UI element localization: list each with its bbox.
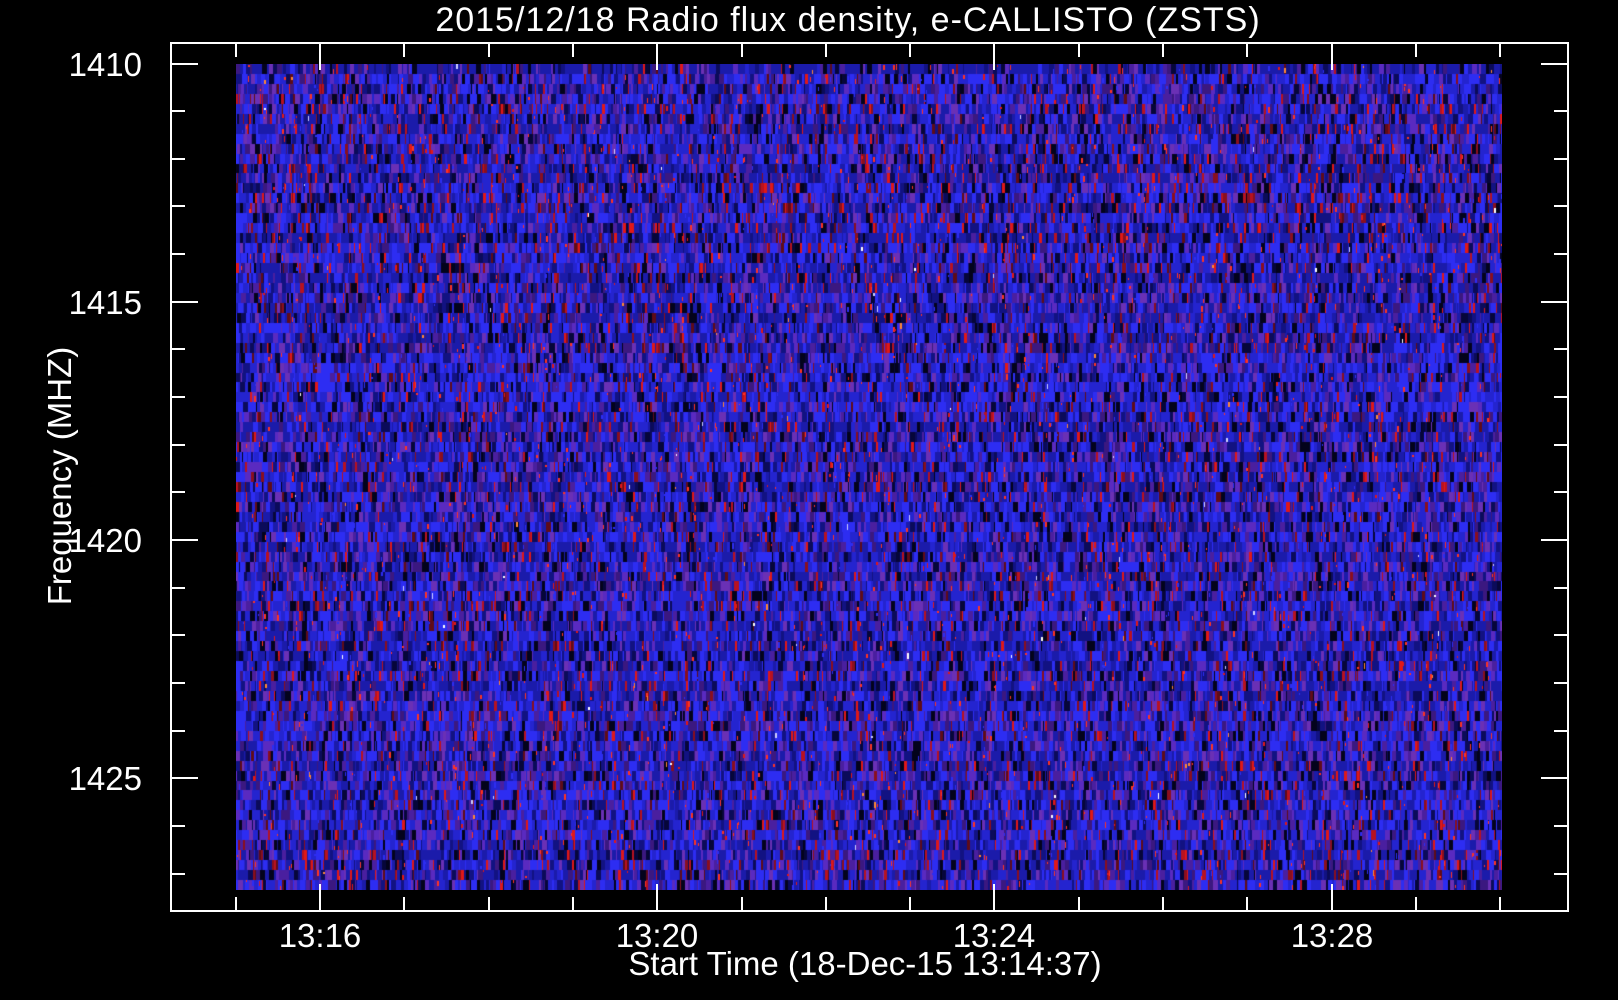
y-tick-label: 1420: [32, 524, 142, 557]
y-axis-tick-right: [1554, 634, 1567, 636]
x-axis-tick-top: [1246, 44, 1248, 57]
y-axis-tick-right: [1554, 587, 1567, 589]
x-axis-tick-top: [1162, 44, 1164, 57]
x-axis-tick: [825, 897, 827, 910]
x-axis-tick-top: [1499, 44, 1501, 57]
plot-title: 2015/12/18 Radio flux density, e-CALLIST…: [435, 2, 1260, 38]
y-axis-title: Frequency (MHZ): [43, 347, 77, 606]
y-axis-tick: [172, 110, 185, 112]
y-axis-tick-right: [1541, 63, 1567, 65]
x-axis-tick: [319, 884, 321, 910]
x-axis-tick-top: [572, 44, 574, 57]
y-axis-tick-right: [1554, 253, 1567, 255]
y-axis-tick-right: [1554, 110, 1567, 112]
x-axis-tick-top: [825, 44, 827, 57]
y-axis-tick-right: [1554, 825, 1567, 827]
y-axis-tick: [172, 587, 185, 589]
y-axis-tick: [172, 301, 198, 303]
x-axis-tick: [656, 884, 658, 910]
x-axis-tick-top: [319, 44, 321, 70]
y-axis-tick-right: [1554, 158, 1567, 160]
y-axis-tick: [172, 253, 185, 255]
x-axis-tick: [1415, 897, 1417, 910]
x-axis-tick: [572, 897, 574, 910]
x-axis-tick-top: [1078, 44, 1080, 57]
y-axis-tick: [172, 539, 198, 541]
y-axis-tick: [172, 348, 185, 350]
y-axis-tick: [172, 777, 198, 779]
y-axis-tick: [172, 825, 185, 827]
x-axis-tick-top: [741, 44, 743, 57]
x-axis-tick: [1162, 897, 1164, 910]
y-tick-label: 1410: [32, 48, 142, 81]
y-tick-label: 1425: [32, 762, 142, 795]
y-axis-tick: [172, 634, 185, 636]
x-axis-tick: [909, 897, 911, 910]
x-axis-title: Start Time (18-Dec-15 13:14:37): [628, 947, 1101, 981]
y-axis-tick: [172, 396, 185, 398]
x-axis-tick-top: [1415, 44, 1417, 57]
y-axis-tick-right: [1554, 444, 1567, 446]
y-tick-label: 1415: [32, 286, 142, 319]
x-tick-label: 13:28: [1291, 919, 1374, 952]
plot-frame: [170, 42, 1569, 912]
y-axis-tick: [172, 205, 185, 207]
x-axis-tick: [1246, 897, 1248, 910]
x-axis-tick-top: [993, 44, 995, 70]
x-axis-tick-top: [403, 44, 405, 57]
x-axis-tick-top: [235, 44, 237, 57]
spectrogram-page: 2015/12/18 Radio flux density, e-CALLIST…: [0, 0, 1618, 1000]
y-axis-tick-right: [1554, 205, 1567, 207]
y-axis-tick-right: [1554, 348, 1567, 350]
y-axis-tick-right: [1554, 682, 1567, 684]
y-axis-tick-right: [1554, 730, 1567, 732]
y-axis-tick: [172, 682, 185, 684]
y-axis-tick: [172, 444, 185, 446]
x-axis-tick: [1499, 897, 1501, 910]
y-axis-tick: [172, 873, 185, 875]
x-axis-tick: [403, 897, 405, 910]
x-axis-tick-top: [488, 44, 490, 57]
x-axis-tick: [1078, 897, 1080, 910]
x-axis-tick: [1331, 884, 1333, 910]
x-axis-tick-top: [656, 44, 658, 70]
y-axis-tick-right: [1554, 491, 1567, 493]
x-axis-tick-top: [1331, 44, 1333, 70]
y-axis-tick: [172, 491, 185, 493]
y-axis-tick: [172, 63, 198, 65]
y-axis-tick-right: [1554, 396, 1567, 398]
x-axis-tick-top: [909, 44, 911, 57]
x-axis-tick: [235, 897, 237, 910]
y-axis-tick: [172, 730, 185, 732]
x-tick-label: 13:16: [279, 919, 362, 952]
y-axis-tick-right: [1541, 539, 1567, 541]
y-axis-tick-right: [1554, 873, 1567, 875]
y-axis-tick: [172, 158, 185, 160]
x-axis-tick: [741, 897, 743, 910]
x-axis-tick: [488, 897, 490, 910]
y-axis-tick-right: [1541, 301, 1567, 303]
x-axis-tick: [993, 884, 995, 910]
y-axis-tick-right: [1541, 777, 1567, 779]
